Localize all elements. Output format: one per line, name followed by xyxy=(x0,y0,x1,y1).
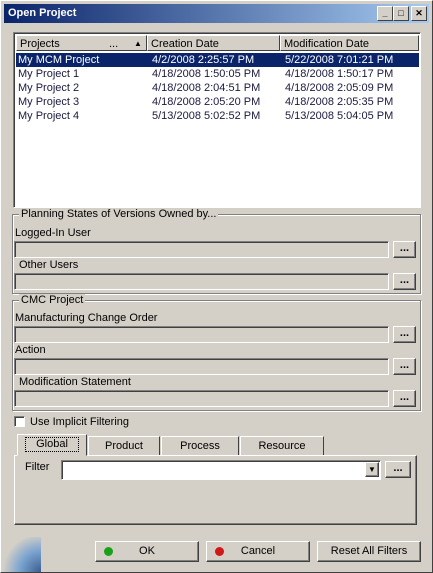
filter-browse-button[interactable]: ... xyxy=(385,461,411,478)
title-bar[interactable]: Open Project _ □ ✕ xyxy=(4,4,429,23)
ok-button-label: OK xyxy=(139,545,155,557)
modification-date: 5/13/2008 5:04:05 PM xyxy=(285,110,394,122)
mco-label: Manufacturing Change Order xyxy=(15,312,158,324)
logged-in-user-label: Logged-In User xyxy=(15,227,91,239)
cancel-button[interactable]: Cancel xyxy=(206,541,310,562)
modification-date: 4/18/2008 2:05:35 PM xyxy=(285,96,394,108)
project-name: My MCM Project xyxy=(18,54,100,66)
creation-date: 4/18/2008 2:05:20 PM xyxy=(152,96,261,108)
table-row[interactable]: My Project 2 4/18/2008 2:04:51 PM 4/18/2… xyxy=(16,81,419,95)
ok-icon xyxy=(104,547,113,556)
close-button[interactable]: ✕ xyxy=(411,6,427,21)
minimize-button[interactable]: _ xyxy=(377,6,393,21)
reset-all-filters-button[interactable]: Reset All Filters xyxy=(317,541,421,562)
action-browse-button[interactable]: ... xyxy=(393,358,416,375)
project-name: My Project 3 xyxy=(18,96,80,108)
planning-states-title: Planning States of Versions Owned by... xyxy=(19,208,219,220)
implicit-filtering-checkbox[interactable] xyxy=(14,416,25,427)
creation-date: 4/18/2008 1:50:05 PM xyxy=(152,68,261,80)
filter-label: Filter xyxy=(25,461,50,473)
modification-date: 4/18/2008 1:50:17 PM xyxy=(285,68,394,80)
other-users-browse-button[interactable]: ... xyxy=(393,273,416,290)
creation-date: 4/2/2008 2:25:57 PM xyxy=(152,54,255,66)
tab-global-label: Global xyxy=(25,437,79,452)
logged-in-user-field[interactable] xyxy=(14,241,389,258)
tab-process[interactable]: Process xyxy=(161,436,239,456)
table-row[interactable]: My MCM Project 4/2/2008 2:25:57 PM 5/22/… xyxy=(16,53,419,67)
cancel-icon xyxy=(215,547,224,556)
filter-combobox[interactable]: ▼ xyxy=(61,460,381,480)
modification-date: 4/18/2008 2:05:09 PM xyxy=(285,82,394,94)
other-users-field[interactable] xyxy=(14,273,389,290)
tab-global[interactable]: Global xyxy=(17,434,87,456)
tab-panel-global: Filter ▼ ... xyxy=(14,455,417,525)
project-name: My Project 2 xyxy=(18,82,80,94)
table-row[interactable]: My Project 4 5/13/2008 5:02:52 PM 5/13/2… xyxy=(16,109,419,123)
maximize-button[interactable]: □ xyxy=(393,6,409,21)
ok-button[interactable]: OK xyxy=(95,541,199,562)
tab-resource[interactable]: Resource xyxy=(240,436,324,456)
column-header-projects[interactable]: Projects ... ▲ xyxy=(16,35,147,51)
globe-decoration-icon xyxy=(1,537,41,572)
project-name: My Project 1 xyxy=(18,68,80,80)
modification-statement-browse-button[interactable]: ... xyxy=(393,390,416,407)
column-header-creation-date[interactable]: Creation Date xyxy=(147,35,280,51)
tab-product[interactable]: Product xyxy=(88,436,160,456)
implicit-filtering-label: Use Implicit Filtering xyxy=(30,416,130,428)
action-field[interactable] xyxy=(14,358,389,375)
mco-browse-button[interactable]: ... xyxy=(393,326,416,343)
other-users-label: Other Users xyxy=(19,259,79,271)
column-header-projects-label: Projects xyxy=(20,38,60,50)
cmc-project-title: CMC Project xyxy=(19,294,86,306)
column-header-modification-date[interactable]: Modification Date xyxy=(280,35,419,51)
action-label: Action xyxy=(15,344,46,356)
cancel-button-label: Cancel xyxy=(240,545,276,557)
logged-in-user-browse-button[interactable]: ... xyxy=(393,241,416,258)
window-title: Open Project xyxy=(8,7,77,19)
open-project-dialog: Open Project _ □ ✕ Projects ... ▲ Creati… xyxy=(0,0,433,573)
table-row[interactable]: My Project 3 4/18/2008 2:05:20 PM 4/18/2… xyxy=(16,95,419,109)
project-name: My Project 4 xyxy=(18,110,80,122)
column-header-projects-ellipsis: ... xyxy=(109,38,119,50)
sort-ascending-icon: ▲ xyxy=(134,39,142,48)
creation-date: 4/18/2008 2:04:51 PM xyxy=(152,82,261,94)
modification-date: 5/22/2008 7:01:21 PM xyxy=(285,54,394,66)
table-row[interactable]: My Project 1 4/18/2008 1:50:05 PM 4/18/2… xyxy=(16,67,419,81)
mco-field[interactable] xyxy=(14,326,389,343)
creation-date: 5/13/2008 5:02:52 PM xyxy=(152,110,261,122)
modification-statement-field[interactable] xyxy=(14,390,389,407)
chevron-down-icon[interactable]: ▼ xyxy=(365,462,379,477)
modification-statement-label: Modification Statement xyxy=(19,376,131,388)
projects-list[interactable]: Projects ... ▲ Creation Date Modificatio… xyxy=(13,32,421,208)
